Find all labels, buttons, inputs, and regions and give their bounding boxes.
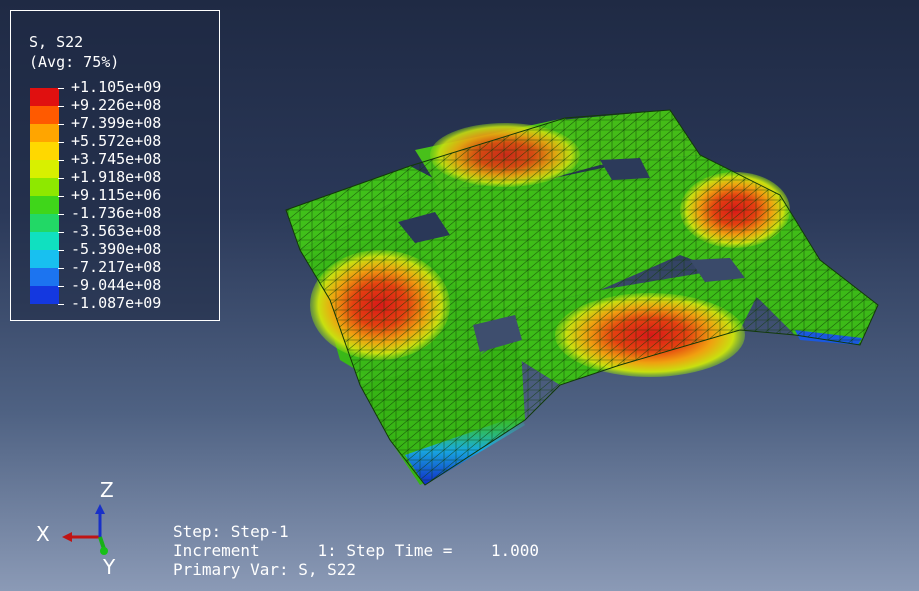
legend-swatch <box>30 178 59 196</box>
legend-swatch <box>30 250 59 268</box>
legend-swatch <box>30 268 59 286</box>
legend-swatch <box>30 232 59 250</box>
contour-legend: S, S22 (Avg: 75%) +1.105e+09 +9.226e+08 +7… <box>10 10 220 321</box>
increment-label: Increment <box>173 541 260 560</box>
legend-swatch <box>30 106 59 124</box>
z-arrowhead <box>95 504 105 514</box>
legend-title: S, S22 <box>29 33 84 51</box>
legend-level-label: -9.044e+08 <box>71 276 162 294</box>
y-arrowhead <box>100 547 108 555</box>
primary-var-label: Primary Var: S, S22 <box>173 560 357 579</box>
legend-tick <box>58 88 64 89</box>
status-block: Step: Step-1 Increment 1: Step Time = 1.… <box>173 522 539 579</box>
legend-swatch <box>30 196 59 214</box>
legend-level-label: +3.745e+08 <box>71 150 162 168</box>
legend-tick <box>58 232 64 233</box>
legend-tick <box>58 304 64 305</box>
legend-tick <box>58 124 64 125</box>
legend-swatch <box>30 286 59 304</box>
legend-level-label: -1.736e+08 <box>71 204 162 222</box>
legend-tick <box>58 268 64 269</box>
y-axis-label: Y <box>102 555 116 578</box>
step-time-value: 1.000 <box>490 541 540 560</box>
legend-tick <box>58 286 64 287</box>
legend-subtitle: (Avg: 75%) <box>29 53 120 71</box>
legend-level-label: +9.115e+06 <box>71 186 162 204</box>
coordinate-triad: Z X Y <box>36 478 116 578</box>
legend-level-label: +1.105e+09 <box>71 78 162 96</box>
legend-tick <box>58 142 64 143</box>
legend-tick <box>58 178 64 179</box>
legend-swatch <box>30 214 59 232</box>
legend-swatch <box>30 88 59 106</box>
woven-fabric-model <box>285 109 879 486</box>
legend-level-label: -5.390e+08 <box>71 240 162 258</box>
legend-level-label: -3.563e+08 <box>71 222 162 240</box>
legend-level-label: +1.918e+08 <box>71 168 162 186</box>
x-arrowhead <box>62 532 72 542</box>
legend-level-label: -7.217e+08 <box>71 258 162 276</box>
increment-line: Increment 1: Step Time = 1.000 <box>173 541 539 560</box>
legend-tick <box>58 106 64 107</box>
legend-tick <box>58 160 64 161</box>
step-label: Step: Step-1 <box>173 522 289 541</box>
legend-level-label: +7.399e+08 <box>71 114 162 132</box>
increment-value: 1: Step Time = <box>317 541 453 560</box>
z-axis-label: Z <box>100 478 114 502</box>
legend-tick <box>58 214 64 215</box>
legend-tick <box>58 250 64 251</box>
legend-level-label: +9.226e+08 <box>71 96 162 114</box>
legend-swatch <box>30 124 59 142</box>
x-axis-label: X <box>36 522 50 546</box>
legend-level-label: -1.087e+09 <box>71 294 162 312</box>
legend-tick <box>58 196 64 197</box>
legend-swatch <box>30 160 59 178</box>
legend-level-label: +5.572e+08 <box>71 132 162 150</box>
legend-swatch <box>30 142 59 160</box>
